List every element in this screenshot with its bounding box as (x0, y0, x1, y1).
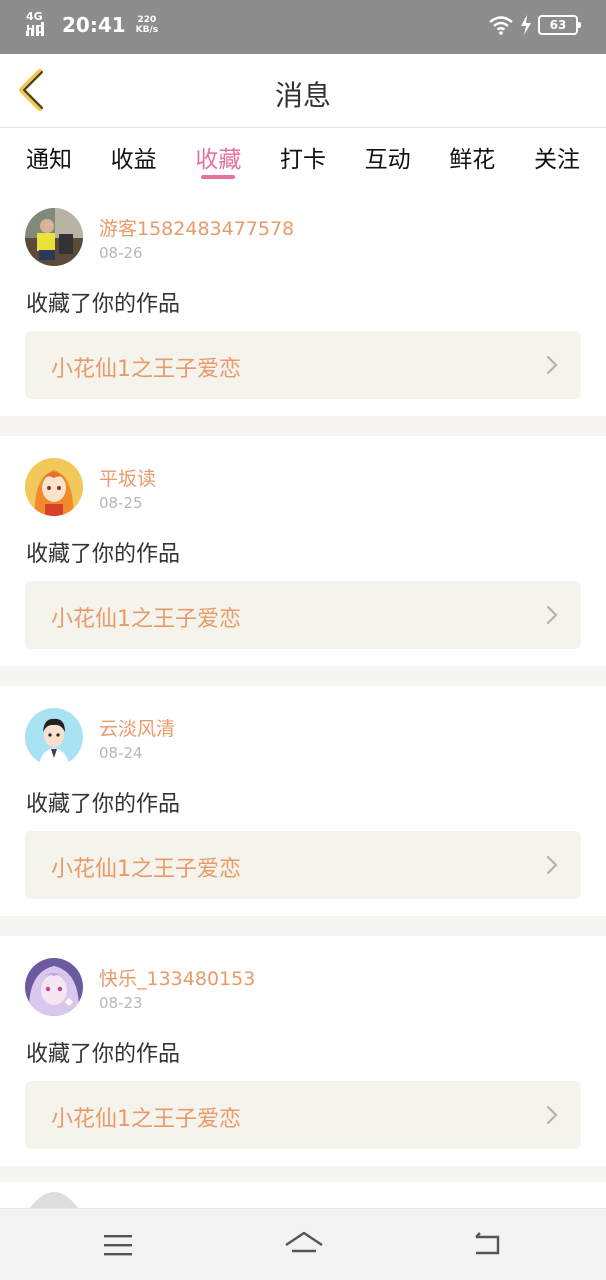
timestamp: 08-24 (99, 744, 143, 762)
network-speed: 220 KB/s (135, 15, 159, 35)
active-tab-indicator (201, 175, 236, 179)
battery-level: 63 (538, 15, 581, 35)
tab-notifications[interactable]: 通知 (24, 128, 74, 186)
tab-checkin[interactable]: 打卡 (278, 128, 328, 186)
work-link[interactable]: 小花仙1之王子爱恋 (25, 831, 581, 899)
username[interactable]: 游客1582483477578 (99, 214, 294, 241)
status-bar: 4G HD 20:41 220 KB/s 63 (0, 0, 606, 54)
timestamp: 08-25 (99, 494, 143, 512)
list-item-partial (0, 1182, 606, 1208)
tab-bar: 通知 收益 收藏 打卡 互动 鲜花 关注 (0, 128, 606, 186)
avatar[interactable] (25, 958, 83, 1016)
chevron-right-icon (546, 605, 558, 625)
menu-button[interactable] (98, 1227, 138, 1263)
app-header: 消息 (0, 54, 606, 128)
work-title: 小花仙1之王子爱恋 (51, 857, 241, 882)
divider (0, 916, 606, 936)
list-item: 云淡风清 08-24 收藏了你的作品 小花仙1之王子爱恋 (0, 686, 606, 916)
system-nav-bar (0, 1208, 606, 1280)
clock: 20:41 (62, 13, 126, 37)
action-text: 收藏了你的作品 (26, 292, 181, 317)
action-text: 收藏了你的作品 (26, 1042, 181, 1067)
action-text: 收藏了你的作品 (26, 542, 181, 567)
divider (0, 416, 606, 436)
work-link[interactable]: 小花仙1之王子爱恋 (25, 331, 581, 399)
tab-favorites[interactable]: 收藏 (193, 128, 243, 186)
list-item: 平坂读 08-25 收藏了你的作品 小花仙1之王子爱恋 (0, 436, 606, 666)
username[interactable]: 快乐_133480153 (99, 964, 255, 991)
avatar[interactable] (25, 458, 83, 516)
tab-interactions[interactable]: 互动 (363, 128, 413, 186)
chevron-right-icon (546, 1105, 558, 1125)
timestamp: 08-23 (99, 994, 143, 1012)
menu-icon (104, 1235, 132, 1256)
home-button[interactable] (282, 1227, 326, 1263)
work-link[interactable]: 小花仙1之王子爱恋 (25, 581, 581, 649)
avatar[interactable] (25, 708, 83, 766)
username[interactable]: 平坂读 (99, 464, 156, 491)
tab-flowers[interactable]: 鲜花 (447, 128, 497, 186)
list-item: 快乐_133480153 08-23 收藏了你的作品 小花仙1之王子爱恋 (0, 936, 606, 1166)
work-link[interactable]: 小花仙1之王子爱恋 (25, 1081, 581, 1149)
home-icon (285, 1231, 323, 1253)
chevron-right-icon (546, 355, 558, 375)
action-text: 收藏了你的作品 (26, 792, 181, 817)
back-nav-button[interactable] (468, 1227, 508, 1263)
message-list: 游客1582483477578 08-26 收藏了你的作品 小花仙1之王子爱恋 … (0, 186, 606, 1186)
work-title: 小花仙1之王子爱恋 (51, 1107, 241, 1132)
charging-icon (521, 15, 531, 35)
tab-earnings[interactable]: 收益 (109, 128, 159, 186)
username[interactable]: 云淡风清 (99, 714, 175, 741)
page-title: 消息 (274, 79, 331, 112)
return-icon (475, 1232, 500, 1255)
divider (0, 666, 606, 686)
wifi-icon (489, 16, 513, 35)
work-title: 小花仙1之王子爱恋 (51, 607, 241, 632)
avatar[interactable] (25, 208, 83, 266)
list-item: 游客1582483477578 08-26 收藏了你的作品 小花仙1之王子爱恋 (0, 186, 606, 416)
tab-following[interactable]: 关注 (532, 128, 582, 186)
work-title: 小花仙1之王子爱恋 (51, 357, 241, 382)
chevron-right-icon (546, 855, 558, 875)
timestamp: 08-26 (99, 244, 143, 262)
signal-icon: 4G HD (26, 10, 52, 38)
